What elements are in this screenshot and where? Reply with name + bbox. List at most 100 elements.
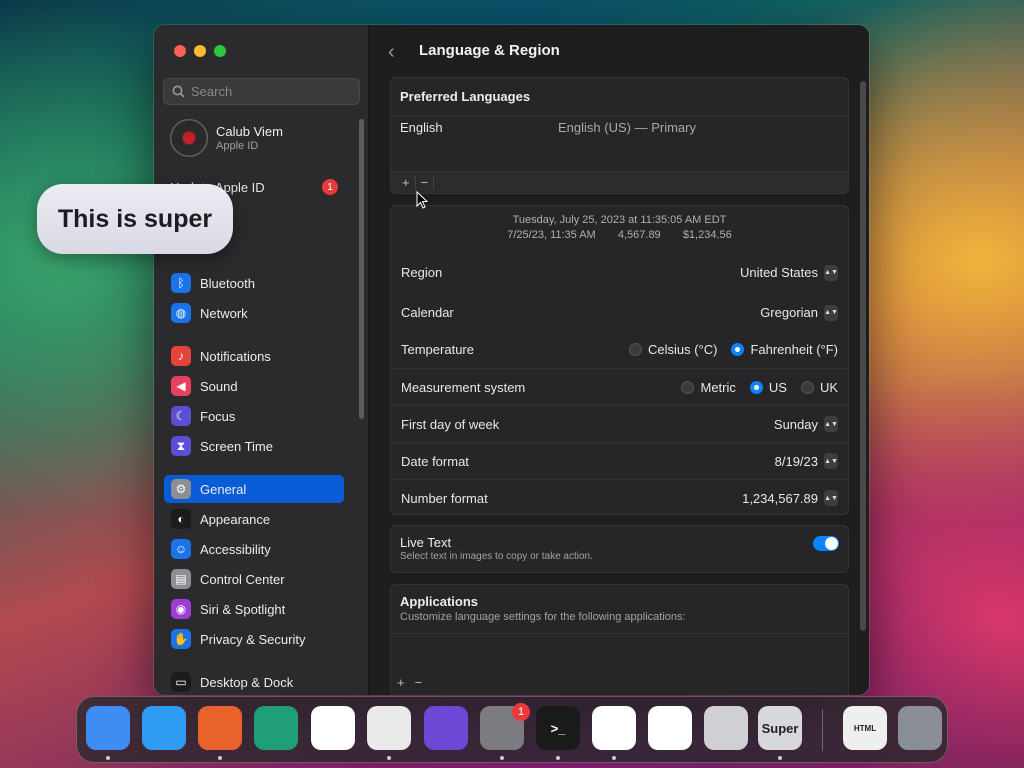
number-format-row: Number format 1,234,567.89 ▲▼ [391,479,848,516]
sidebar-item-bluetooth[interactable]: ᛒ Bluetooth [164,269,344,297]
running-indicator [556,756,560,760]
language-detail: English (US) — Primary [558,120,696,135]
temperature-label: Temperature [401,342,474,357]
sidebar-item-desktop-dock[interactable]: ▭ Desktop & Dock [164,668,344,695]
main-pane: ‹ Language & Region Preferred Languages … [370,25,869,695]
applications-title: Applications [400,594,479,609]
sidebar-item-sound[interactable]: ◀ Sound [164,372,344,400]
live-text-title: Live Text [400,535,452,550]
hand-icon: ✋ [171,629,191,649]
uk-radio[interactable] [800,380,814,394]
visual-studio-icon[interactable] [648,706,692,750]
sidebar-item-accessibility[interactable]: ☺ Accessibility [164,535,344,563]
back-button[interactable]: ‹ [388,41,395,64]
first-day-row: First day of week Sunday ▲▼ [391,405,848,442]
running-indicator [778,756,782,760]
region-row: Region United States ▲▼ [391,254,848,291]
launchpad-icon[interactable] [704,706,748,750]
first-day-select[interactable]: Sunday ▲▼ [774,416,838,432]
remove-application-button[interactable]: − [415,675,423,690]
add-language-button[interactable]: + [397,175,415,190]
calendar-row: Calendar Gregorian ▲▼ [391,294,848,331]
vscode-icon[interactable] [592,706,636,750]
preferred-languages-card: Preferred Languages English English (US)… [390,77,849,194]
finder-icon[interactable] [86,706,130,750]
chrome-icon[interactable] [367,706,411,750]
sidebar-item-focus[interactable]: ☾ Focus [164,402,344,430]
sidebar-item-siri-spotlight[interactable]: ◉ Siri & Spotlight [164,595,344,623]
number-format-select[interactable]: 1,234,567.89 ▲▼ [742,490,838,506]
safari-icon[interactable] [142,706,186,750]
running-indicator [106,756,110,760]
fahrenheit-radio[interactable] [731,343,745,356]
running-indicator [387,756,391,760]
dock-separator [822,709,823,751]
minimize-button[interactable] [194,45,206,57]
appearance-icon: ◐ [171,509,191,529]
super-app-icon[interactable]: Super [758,706,802,750]
search-input[interactable] [191,84,351,99]
dock-icon: ▭ [171,672,191,692]
sidebar-item-label: Screen Time [200,438,273,454]
sidebar-item-screen-time[interactable]: ⧗ Screen Time [164,432,344,460]
siri-icon: ◉ [171,599,191,619]
search-field[interactable] [163,78,360,105]
region-format-card: Tuesday, July 25, 2023 at 11:35:05 AM ED… [390,205,849,515]
region-select[interactable]: United States ▲▼ [740,264,838,281]
system-settings-window: Calub Viem Apple ID Update Apple ID 1 ᛒB… [154,25,869,695]
sidebar-item-privacy-security[interactable]: ✋ Privacy & Security [164,625,344,653]
language-name[interactable]: English [400,120,443,135]
control-center-icon: ▤ [171,569,191,589]
globe-icon: ◍ [171,303,191,323]
live-text-toggle[interactable] [813,536,839,551]
shortcuts-icon[interactable] [424,706,468,750]
running-indicator [218,756,222,760]
preview-date: 7/25/23, 11:35 AM [507,229,596,241]
preview-number: 4,567.89 [617,229,661,241]
sidebar-item-label: Privacy & Security [200,631,306,647]
moon-icon: ☾ [171,406,191,426]
sidebar: Calub Viem Apple ID Update Apple ID 1 ᛒB… [154,25,369,695]
firefox-icon[interactable] [198,706,242,750]
us-radio[interactable] [749,380,763,394]
language-list-controls: + − [391,171,848,193]
main-scrollbar[interactable] [860,81,866,631]
uk-label: UK [819,379,838,395]
apple-id-account[interactable]: Calub Viem Apple ID [170,119,283,157]
hourglass-icon: ⧗ [171,436,191,456]
celsius-radio[interactable] [628,343,642,356]
calendar-select[interactable]: Gregorian ▲▼ [760,304,838,321]
sidebar-item-notifications[interactable]: ♪ Notifications [164,342,344,370]
traffic-lights [174,45,226,57]
zoom-button[interactable] [214,45,226,57]
us-label: US [768,379,787,395]
first-day-label: First day of week [401,416,500,432]
sidebar-item-control-center[interactable]: ▤ Control Center [164,565,344,593]
metric-label: Metric [700,379,736,395]
html-file-icon[interactable]: HTML [843,706,887,750]
xcode-cloud-icon[interactable] [254,706,298,750]
sidebar-item-general[interactable]: ⚙ General [164,475,344,503]
user-subtitle: Apple ID [216,140,259,152]
sidebar-item-appearance[interactable]: ◐ Appearance [164,505,344,533]
close-button[interactable] [174,45,186,57]
celsius-label: Celsius (°C) [647,342,718,357]
overlay-bubble-text: This is super [57,204,213,233]
date-format-select[interactable]: 8/19/23 ▲▼ [775,453,838,469]
number-format-label: Number format [401,490,488,506]
chevron-updown-icon: ▲▼ [824,416,838,432]
sidebar-scrollbar[interactable] [359,119,364,419]
add-application-button[interactable]: + [397,675,405,690]
office-icon[interactable] [311,706,355,750]
overlay-bubble: This is super [37,184,233,254]
terminal-icon[interactable]: >_ [536,706,580,750]
sidebar-item-label: Desktop & Dock [200,674,294,690]
metric-radio[interactable] [681,380,695,394]
trash-icon[interactable] [898,706,942,750]
sidebar-item-network[interactable]: ◍ Network [164,299,344,327]
sidebar-item-label: Control Center [200,571,285,587]
sidebar-item-label: Accessibility [200,541,271,557]
remove-language-button[interactable]: − [416,175,434,190]
running-indicator [612,756,616,760]
sidebar-item-label: Appearance [200,511,271,527]
